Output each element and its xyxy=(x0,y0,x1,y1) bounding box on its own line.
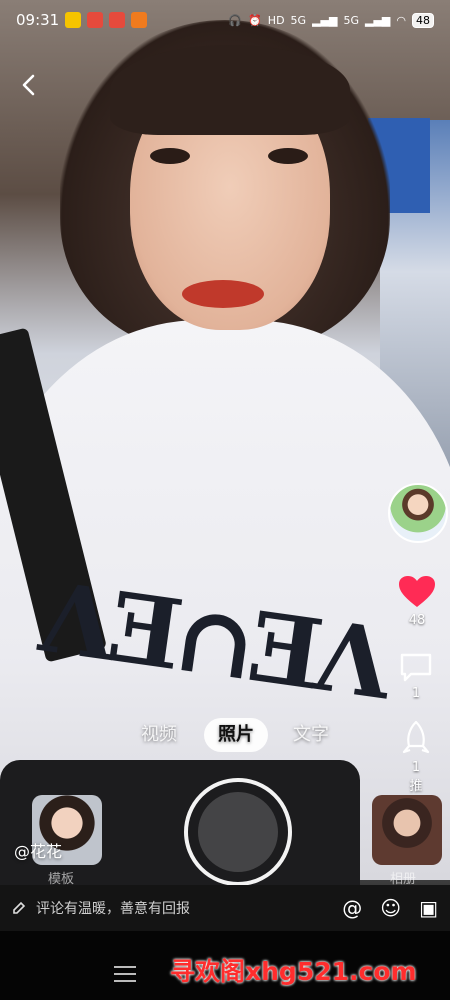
comment-bar: 评论有温暖，善意有回报 @ ☺ ▣ xyxy=(0,885,450,931)
network-label-1: 5G xyxy=(290,13,307,27)
hd-icon: HD xyxy=(267,13,285,27)
pencil-icon xyxy=(13,901,26,914)
left-eye xyxy=(150,148,190,164)
author-username[interactable]: @花花 xyxy=(14,838,62,862)
recommend-count: 1 xyxy=(411,760,421,775)
wifi-icon: ◠ xyxy=(396,13,406,27)
notification-icon xyxy=(87,12,104,28)
lips xyxy=(182,280,264,308)
comment-icon xyxy=(400,653,432,682)
shutter-button[interactable] xyxy=(184,778,292,886)
status-time: 09:31 xyxy=(16,11,60,29)
like-button[interactable]: 48 xyxy=(389,575,445,628)
heart-icon xyxy=(399,576,435,607)
notification-icon xyxy=(65,12,82,28)
tab-text[interactable]: 文字 xyxy=(293,718,329,752)
emoji-icon[interactable]: ☺ xyxy=(380,896,401,920)
at-icon[interactable]: @ xyxy=(342,896,362,920)
album-thumbnail[interactable] xyxy=(372,795,442,865)
network-label-2: 5G xyxy=(343,13,359,27)
author-avatar[interactable] xyxy=(388,483,448,543)
signal-icon: ▂▄▆ xyxy=(312,13,338,27)
alarm-icon: ⏰ xyxy=(248,13,262,27)
mode-tabs: 视频 照片 文字 xyxy=(0,718,450,752)
watermark-text: 寻欢阁xhg521.com xyxy=(170,957,417,986)
like-count: 48 xyxy=(408,613,426,628)
weibo-icon xyxy=(109,12,126,28)
background-photo: ɅƎ∩ƎɅ xyxy=(0,0,450,885)
chevron-left-icon[interactable] xyxy=(14,70,44,100)
right-eye xyxy=(268,148,308,164)
notification-icon xyxy=(131,12,148,28)
shutter-inner xyxy=(198,792,278,872)
tab-video[interactable]: 视频 xyxy=(141,718,177,752)
tab-photo[interactable]: 照片 xyxy=(204,718,268,752)
comment-count: 1 xyxy=(411,686,421,701)
image-icon[interactable]: ▣ xyxy=(419,896,438,920)
signal-icon: ▂▄▆ xyxy=(365,13,391,27)
comment-input[interactable]: 评论有温暖，善意有回报 xyxy=(36,898,342,918)
recommend-label: 推 xyxy=(409,779,423,794)
bangs xyxy=(110,45,350,135)
headphone-icon: 🎧 xyxy=(228,13,243,27)
comment-button[interactable]: 1 xyxy=(388,652,444,701)
status-bar: 09:31 🎧 ⏰ HD 5G ▂▄▆ 5G ▂▄▆ ◠ 48 xyxy=(0,0,450,40)
battery-level: 48 xyxy=(412,12,434,28)
menu-icon[interactable] xyxy=(114,966,136,982)
